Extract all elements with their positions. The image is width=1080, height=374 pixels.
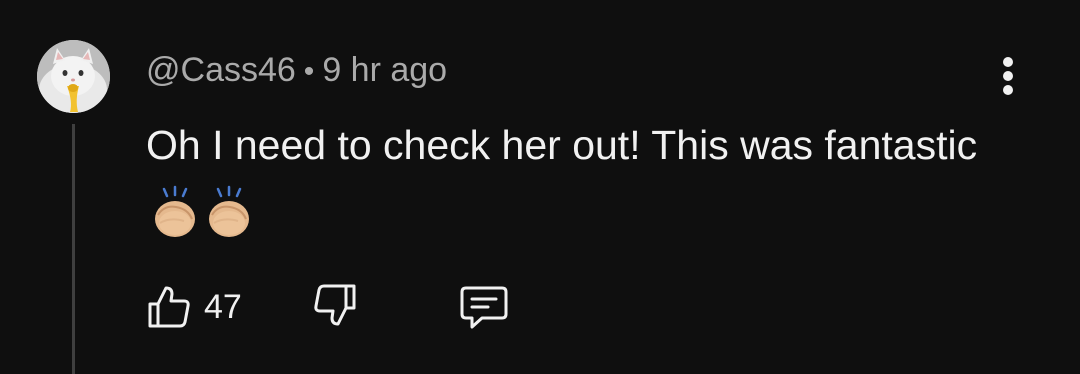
- more-vertical-icon: [1003, 57, 1013, 95]
- avatar[interactable]: [37, 40, 110, 113]
- comment-body: Oh I need to check her out! This was fan…: [146, 122, 978, 168]
- clapping-hands-emoji: [155, 185, 195, 237]
- comment-meta: @Cass46 • 9 hr ago: [146, 50, 447, 90]
- comment-text: Oh I need to check her out! This was fan…: [146, 112, 986, 244]
- like-button[interactable]: 47: [146, 282, 242, 332]
- thread-line: [72, 124, 75, 374]
- like-count: 47: [204, 287, 242, 326]
- comment-time: 9 hr ago: [322, 51, 448, 89]
- meta-separator: •: [303, 55, 315, 88]
- clapping-hands-emoji: [209, 185, 249, 237]
- reply-button[interactable]: [458, 284, 510, 337]
- thumbs-up-icon: [148, 286, 190, 328]
- dislike-button[interactable]: [312, 282, 358, 333]
- thumbs-down-icon: [314, 284, 356, 326]
- comment-reply-icon: [460, 286, 508, 329]
- cat-avatar-icon: [37, 40, 110, 113]
- more-options-button[interactable]: [990, 52, 1026, 100]
- author-name[interactable]: @Cass46: [146, 51, 296, 89]
- comment-item: @Cass46 • 9 hr ago Oh I need to check her …: [0, 0, 1080, 374]
